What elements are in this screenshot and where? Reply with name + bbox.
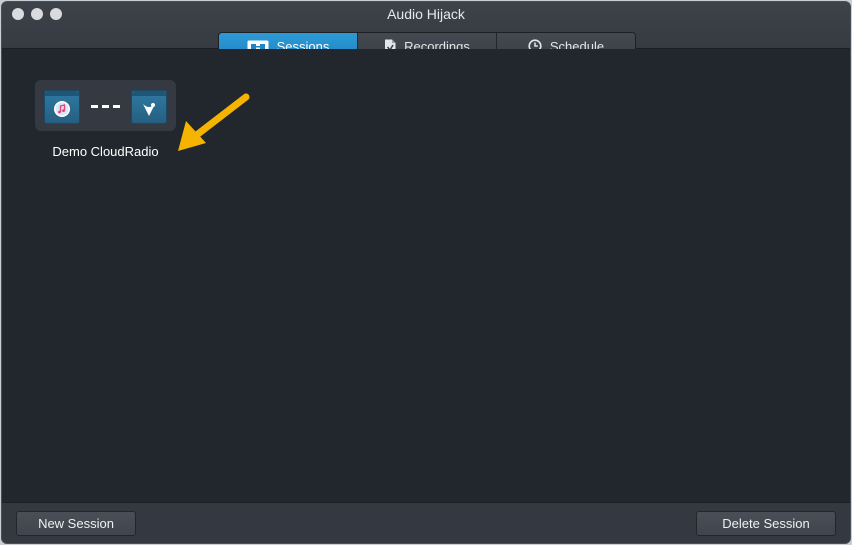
music-app-icon [44,90,80,124]
footer-bar: New Session Delete Session [2,502,850,543]
delete-session-button[interactable]: Delete Session [696,511,836,536]
connection-dash [102,105,109,108]
sessions-area: Demo CloudRadio [2,49,850,502]
app-window: Audio Hijack Sessions Recordings Schedul… [2,2,850,543]
session-tile[interactable] [35,80,176,131]
connection-dash [91,105,98,108]
session-name[interactable]: Demo CloudRadio [35,144,176,159]
window-title: Audio Hijack [387,6,465,22]
connection-dash [113,105,120,108]
annotation-arrow-icon [178,93,250,151]
broadcast-icon [131,90,167,124]
title-bar: Audio Hijack Sessions Recordings Schedul… [2,2,850,60]
new-session-button[interactable]: New Session [16,511,136,536]
